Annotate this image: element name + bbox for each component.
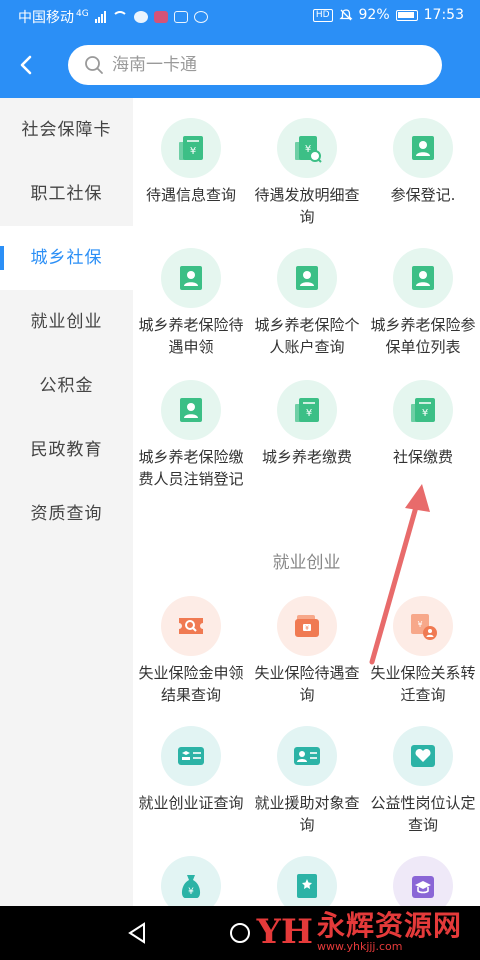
mute-bell-icon: [338, 9, 353, 21]
graduation-icon: [393, 856, 453, 906]
heart-hand-icon: [393, 726, 453, 786]
watermark-title: 永辉资源网: [316, 909, 462, 942]
watermark-url: www.yhkjjj.com: [316, 940, 403, 953]
top-header: 中国移动 4G HD 92% 17:53: [0, 0, 480, 98]
sidebar-item-housing-fund[interactable]: 公积金: [0, 354, 133, 418]
service-label: 公益性岗位认定查询: [370, 794, 476, 834]
chevron-left-icon: [20, 55, 32, 75]
receipt-yen-icon: ¥: [393, 380, 453, 440]
carrier-label: 中国移动: [18, 10, 74, 26]
receipt-yen-icon: ¥: [161, 118, 221, 178]
service-grid: ¥ 待遇信息查询 ¥ 待遇发放明细查询 参保登记. 城乡养老保险待遇申领 城乡养…: [133, 98, 480, 906]
service-label: 失业保险待遇查询: [254, 664, 360, 704]
search-input[interactable]: [112, 52, 412, 78]
service-label: 待遇信息查询: [145, 186, 236, 204]
service-label: 失业保险关系转迁查询: [370, 664, 476, 704]
search-icon: [85, 56, 103, 74]
service-label: 参保登记.: [390, 186, 456, 204]
receipt-search-icon: ¥: [277, 118, 337, 178]
service-label: 城乡养老保险参保单位列表: [370, 316, 476, 356]
bookmark-icon: [277, 856, 337, 906]
certificate-icon: [161, 726, 221, 786]
sidebar-item-civil-education[interactable]: 民政教育: [0, 418, 133, 482]
wifi-icon: [111, 11, 128, 23]
nav-back-icon[interactable]: [124, 920, 150, 946]
svg-text:¥: ¥: [417, 620, 422, 629]
person-card-icon: [161, 380, 221, 440]
watermark-logo: YH: [256, 912, 313, 952]
signal-icon: [94, 11, 106, 23]
network-type: 4G: [76, 9, 89, 19]
service-label: 城乡养老保险个人账户查询: [254, 316, 360, 356]
service-label: 待遇发放明细查询: [254, 186, 360, 226]
hd-icon: HD: [312, 8, 333, 22]
person-card-icon: [393, 118, 453, 178]
svg-text:¥: ¥: [306, 408, 312, 419]
app-notification-icon: [153, 11, 168, 23]
search-bar[interactable]: [68, 45, 442, 85]
service-label: 失业保险金申领结果查询: [138, 664, 244, 704]
wechat-icon: [133, 11, 148, 23]
nav-home-icon[interactable]: [227, 920, 253, 946]
sidebar-item-employee-social-insurance[interactable]: 职工社保: [0, 162, 133, 226]
watermark: YH 永辉资源网 www.yhkjjj.com: [257, 908, 462, 956]
service-label: 城乡养老保险缴费人员注销登记: [138, 448, 244, 488]
money-bag-icon: ¥: [161, 856, 221, 906]
person-card-icon: [393, 248, 453, 308]
transfer-person-icon: ¥: [393, 596, 453, 656]
svg-text:¥: ¥: [422, 408, 428, 419]
back-button[interactable]: [14, 50, 40, 80]
clock: 17:53: [423, 7, 464, 23]
id-card-icon: [277, 726, 337, 786]
sidebar-item-urban-rural-social-insurance[interactable]: 城乡社保: [0, 226, 133, 290]
wallet-icon: ¥: [277, 596, 337, 656]
person-card-icon: [277, 248, 337, 308]
translate-icon: [173, 11, 188, 23]
service-label: 城乡养老保险待遇申领: [138, 316, 244, 356]
svg-text:¥: ¥: [190, 146, 196, 157]
service-label: 就业援助对象查询: [254, 794, 360, 834]
sidebar-item-employment[interactable]: 就业创业: [0, 290, 133, 354]
ticket-search-icon: [161, 596, 221, 656]
battery-percent: 92%: [358, 7, 390, 23]
battery-icon: [395, 9, 418, 21]
service-label: 就业创业证查询: [138, 794, 244, 812]
section-title-employment: 就业创业: [272, 553, 341, 573]
category-sidebar: 社会保障卡 职工社保 城乡社保 就业创业 公积金 民政教育 资质查询: [0, 98, 133, 906]
svg-text:¥: ¥: [188, 887, 194, 897]
service-label: 城乡养老缴费: [261, 448, 352, 466]
sidebar-item-qualification-query[interactable]: 资质查询: [0, 482, 133, 546]
service-label: 社保缴费: [392, 448, 453, 466]
sidebar-item-social-security-card[interactable]: 社会保障卡: [0, 98, 133, 162]
svg-text:¥: ¥: [305, 625, 309, 632]
shield-app-icon: [193, 11, 208, 23]
receipt-yen-icon: ¥: [277, 380, 337, 440]
person-card-icon: [161, 248, 221, 308]
status-bar: 中国移动 4G HD 92% 17:53: [0, 0, 480, 32]
